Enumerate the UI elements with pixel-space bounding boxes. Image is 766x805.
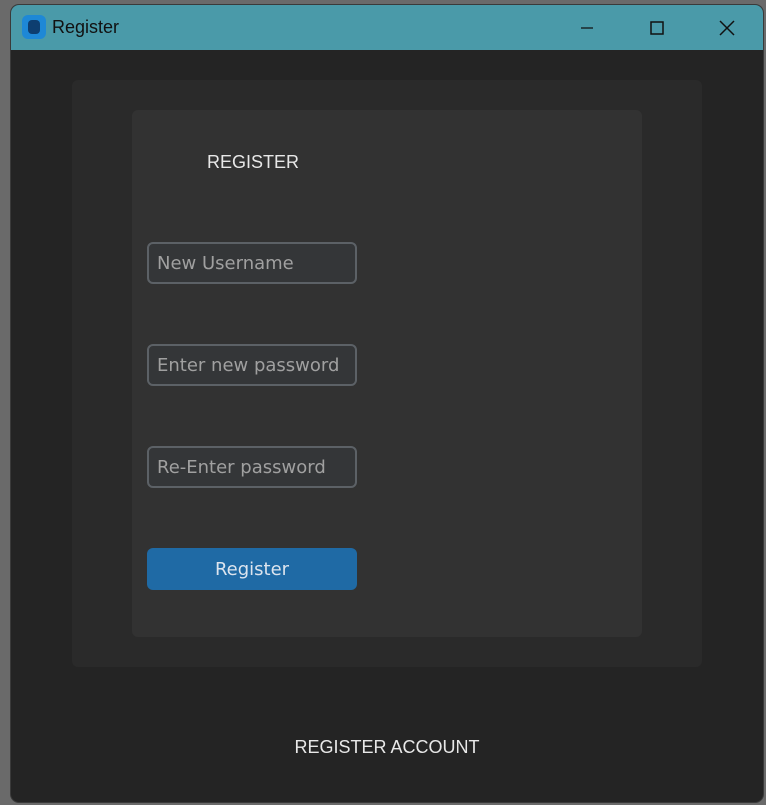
register-account-label: REGISTER ACCOUNT xyxy=(294,737,480,757)
new-password-input[interactable] xyxy=(147,344,357,386)
minimize-icon xyxy=(581,26,593,29)
new-username-input[interactable] xyxy=(147,242,357,284)
close-button[interactable] xyxy=(692,5,762,50)
confirm-password-input[interactable] xyxy=(147,446,357,488)
maximize-button[interactable] xyxy=(622,5,692,50)
maximize-icon xyxy=(650,20,664,35)
outer-frame: REGISTER Register xyxy=(72,80,702,667)
form-heading: REGISTER xyxy=(207,152,300,172)
register-window: Register REGISTER Register REGI xyxy=(11,5,763,802)
register-form-panel: REGISTER Register xyxy=(132,110,642,637)
minimize-button[interactable] xyxy=(552,5,622,50)
register-button[interactable]: Register xyxy=(147,548,357,590)
window-title: Register xyxy=(52,17,120,37)
app-icon xyxy=(22,15,46,39)
close-icon xyxy=(719,19,735,36)
title-bar[interactable]: Register xyxy=(11,5,763,50)
